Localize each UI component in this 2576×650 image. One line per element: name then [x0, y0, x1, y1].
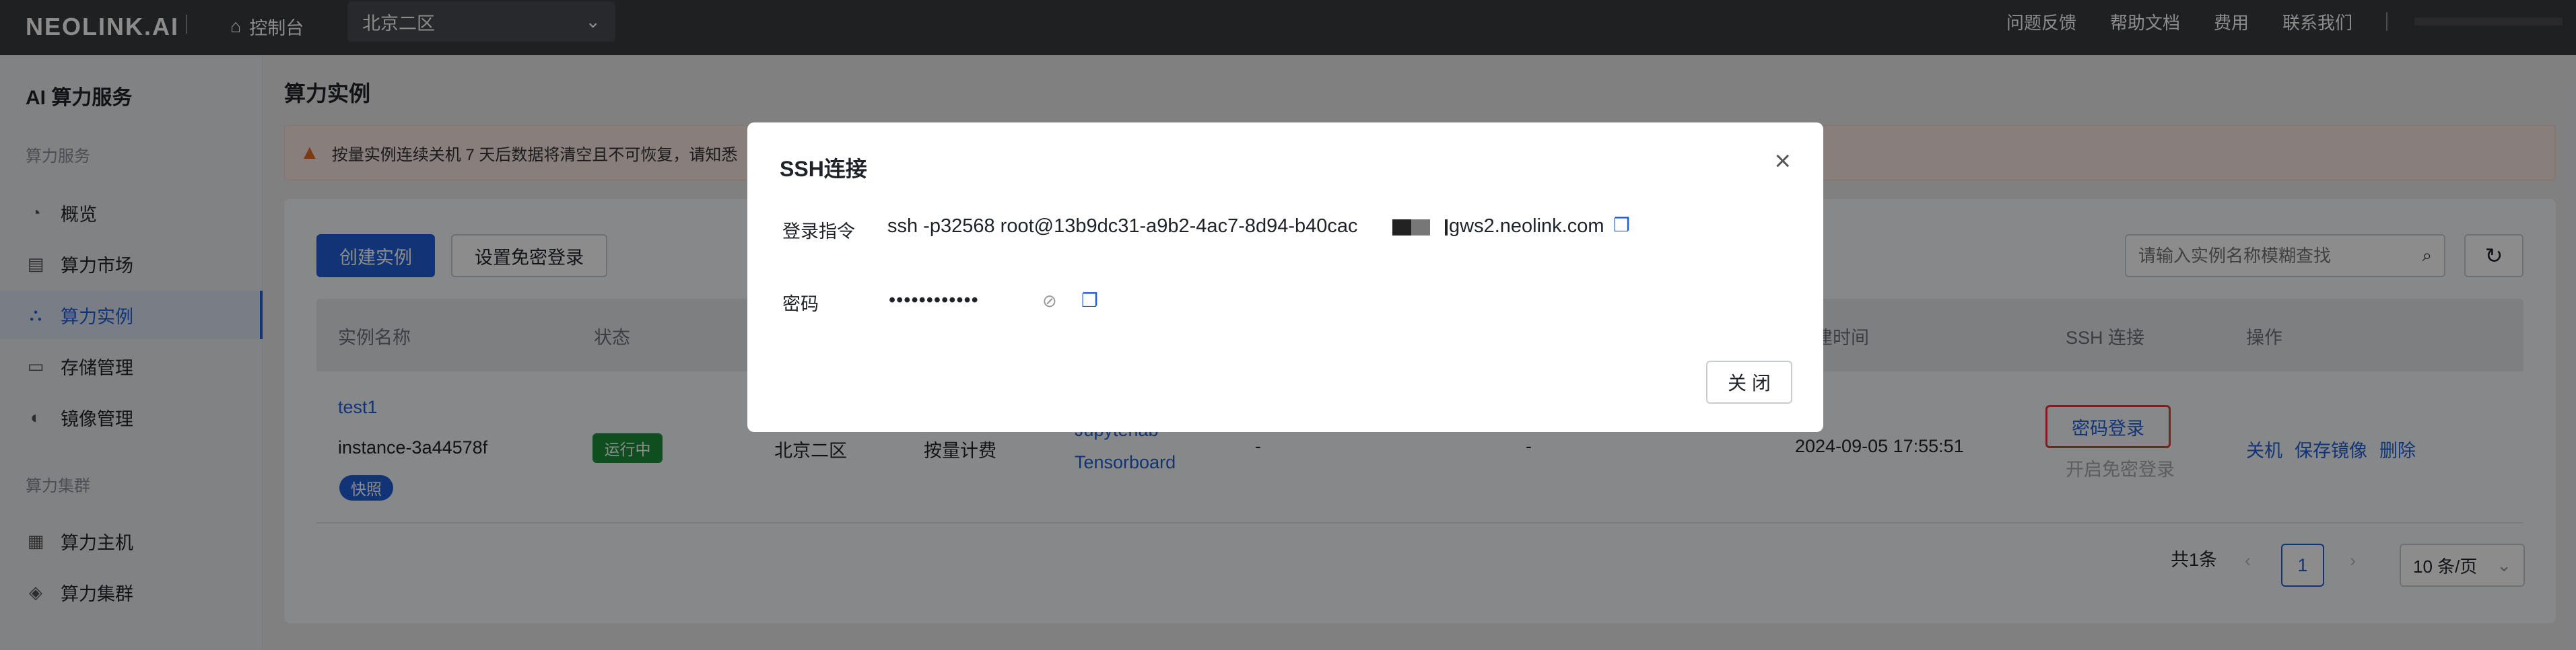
- password-value: ••••••••••••: [889, 289, 979, 311]
- redacted-mask: [1392, 219, 1411, 236]
- copy-password-icon[interactable]: ❐: [1081, 289, 1098, 312]
- password-label: 密码: [782, 294, 819, 314]
- dialog-title: SSH连接: [780, 157, 867, 181]
- redacted-mask: [1411, 219, 1430, 236]
- login-command-label: 登录指令: [782, 221, 855, 242]
- close-dialog-button[interactable]: 关 闭: [1706, 361, 1792, 404]
- copy-command-icon[interactable]: ❐: [1613, 214, 1630, 236]
- close-icon[interactable]: ×: [1774, 147, 1791, 175]
- login-command-value-end: gws2.neolink.com: [1449, 215, 1604, 237]
- ssh-connection-dialog: SSH连接 × 登录指令 ssh -p32568 root@13b9dc31-a…: [747, 122, 1823, 432]
- login-command-value-start: ssh -p32568 root@13b9dc31-a9b2-4ac7-8d94…: [887, 215, 1358, 237]
- redacted-mask: [1445, 219, 1448, 236]
- eye-slash-icon[interactable]: ⊘: [1042, 291, 1057, 312]
